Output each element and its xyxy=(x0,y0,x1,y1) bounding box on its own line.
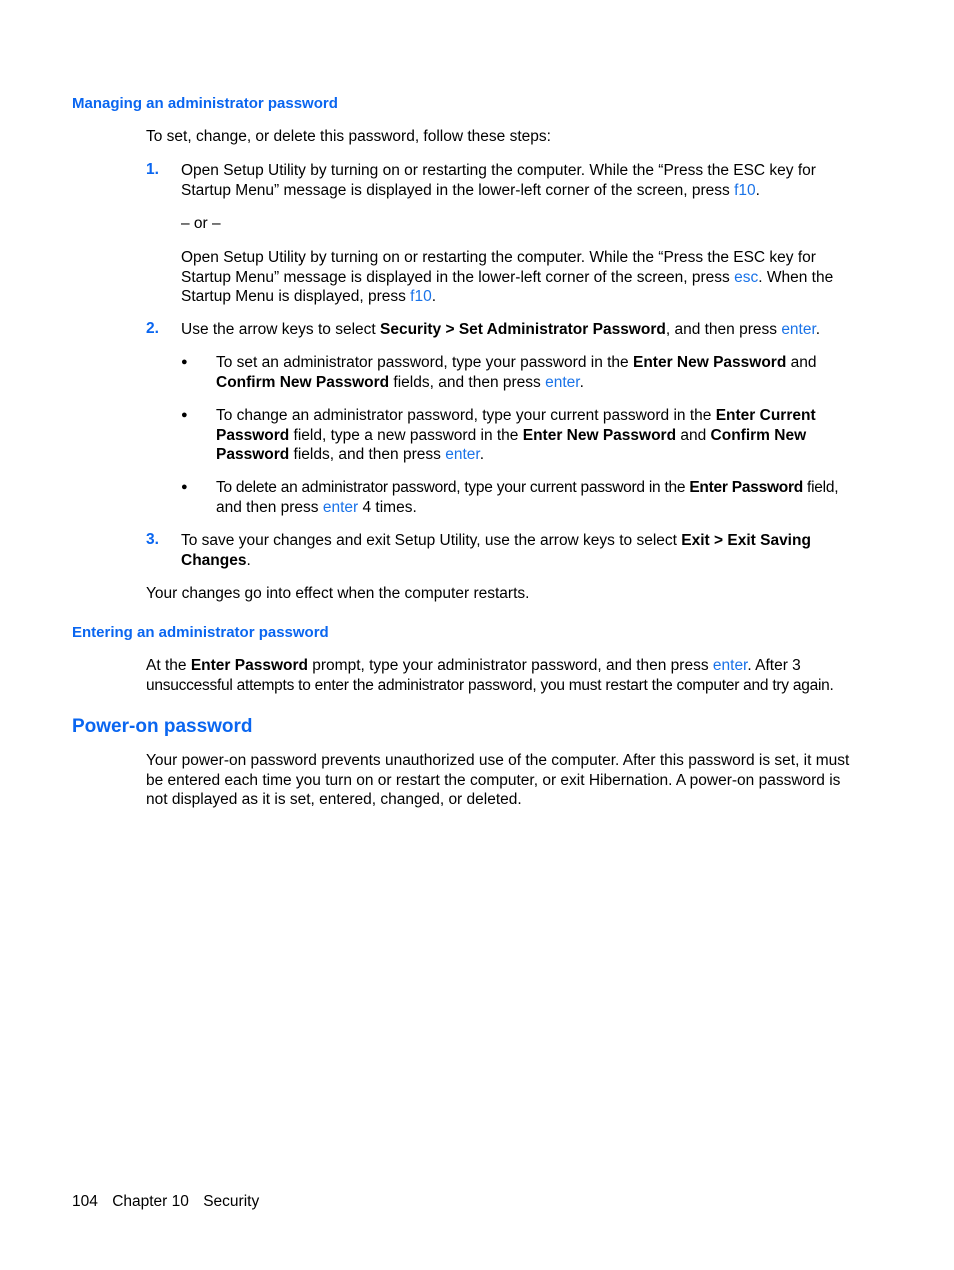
menu-path: Exit > Exit Saving xyxy=(681,532,811,549)
bullet-line: To change an administrator password, typ… xyxy=(216,406,816,426)
step-2-text: Use the arrow keys to select Security > … xyxy=(181,321,821,338)
para-line: Your power-on password prevents unauthor… xyxy=(146,752,850,769)
text: Startup Menu is displayed, press xyxy=(181,288,411,305)
bullet-icon: ● xyxy=(181,356,188,368)
step-number-2: 2. xyxy=(146,320,159,337)
text: . After 3 xyxy=(747,657,801,674)
step-1-line: Startup Menu” message is displayed in th… xyxy=(181,268,833,288)
field-name: Enter Password xyxy=(190,657,308,674)
bullet-line: Password field, type a new password in t… xyxy=(216,426,816,446)
bullet-delete-password: To delete an administrator password, typ… xyxy=(216,478,839,518)
step-1-line: Startup Menu is displayed, press f10. xyxy=(181,288,437,305)
field-name: Enter Current xyxy=(715,407,816,424)
chapter-label: Chapter 10 xyxy=(112,1193,189,1210)
field-name: Enter Password xyxy=(689,479,803,496)
step-1-text-b: Open Setup Utility by turning on or rest… xyxy=(181,248,833,307)
step-3-line: To save your changes and exit Setup Util… xyxy=(181,531,811,551)
text: field, xyxy=(803,479,839,496)
key-enter: enter xyxy=(545,373,580,391)
para-line: be entered each time you turn on or rest… xyxy=(146,771,841,789)
entering-password-text: At the Enter Password prompt, type your … xyxy=(146,656,834,695)
step-1-line: Startup Menu” message is displayed in th… xyxy=(181,181,760,199)
page-number: 104 xyxy=(72,1193,98,1210)
bullet-line: Password fields, and then press enter. xyxy=(216,446,484,463)
intro-text: To set, change, or delete this password,… xyxy=(146,128,551,145)
bullet-line: To set an administrator password, type y… xyxy=(216,353,816,373)
text: 4 times. xyxy=(358,498,417,516)
text: To save your changes and exit Setup Util… xyxy=(181,532,682,549)
bullet-icon: ● xyxy=(181,481,188,493)
text: prompt, type your administrator password… xyxy=(307,657,713,674)
text: . When the xyxy=(758,268,834,286)
step-3-line: Changes. xyxy=(181,551,251,569)
step-3-text: To save your changes and exit Setup Util… xyxy=(181,531,811,570)
text: and xyxy=(786,354,817,371)
text: and then press xyxy=(216,498,323,516)
step-number-1: 1. xyxy=(146,161,159,178)
field-name: Password xyxy=(216,426,290,444)
text: To change an administrator password, typ… xyxy=(216,407,716,424)
key-esc: esc xyxy=(734,268,759,286)
key-enter: enter xyxy=(781,321,816,338)
outro-text: Your changes go into effect when the com… xyxy=(146,585,530,602)
text: Startup Menu” message is displayed in th… xyxy=(181,181,735,199)
heading-managing-admin-password: Managing an administrator password xyxy=(72,95,338,112)
text: fields, and then press xyxy=(389,373,546,391)
step-1-line: Open Setup Utility by turning on or rest… xyxy=(181,249,816,266)
bullet-line: and then press enter 4 times. xyxy=(216,498,838,518)
field-name: Enter New Password xyxy=(632,354,787,371)
step-number-3: 3. xyxy=(146,531,159,548)
field-name: Password xyxy=(216,446,290,463)
menu-path: Changes xyxy=(181,551,247,569)
para-line: At the Enter Password prompt, type your … xyxy=(146,656,834,676)
page-footer: 104 Chapter 10 Security xyxy=(72,1193,269,1211)
key-enter: enter xyxy=(445,446,480,463)
text: Use the arrow keys to select xyxy=(181,321,380,338)
text: fields, and then press xyxy=(289,446,446,463)
key-enter: enter xyxy=(322,498,359,516)
text: Startup Menu” message is displayed in th… xyxy=(181,268,735,286)
menu-path: Security > Set Administrator Password xyxy=(380,321,666,338)
step-1-line: Open Setup Utility by turning on or rest… xyxy=(181,162,816,179)
key-f10: f10 xyxy=(410,288,432,305)
bullet-icon: ● xyxy=(181,409,188,421)
text: To delete an administrator password, typ… xyxy=(216,479,690,496)
bullet-line: Confirm New Password fields, and then pr… xyxy=(216,373,584,391)
heading-power-on-password: Power-on password xyxy=(72,716,253,737)
field-name: Confirm New xyxy=(710,426,807,444)
key-enter: enter xyxy=(712,657,748,674)
key-f10: f10 xyxy=(734,181,756,199)
para-line: not displayed as it is set, entered, cha… xyxy=(146,791,522,808)
text: To set an administrator password, type y… xyxy=(216,354,633,371)
text: At the xyxy=(146,657,191,674)
chapter-title: Security xyxy=(203,1193,260,1210)
bullet-line: To delete an administrator password, typ… xyxy=(216,478,839,498)
step-1-text-a: Open Setup Utility by turning on or rest… xyxy=(181,161,816,200)
field-name: Enter New Password xyxy=(522,426,677,444)
text: , and then press xyxy=(665,321,782,338)
field-name: Confirm New Password xyxy=(216,373,390,391)
text: and xyxy=(676,426,711,444)
heading-entering-admin-password: Entering an administrator password xyxy=(72,624,329,641)
bullet-set-password: To set an administrator password, type y… xyxy=(216,353,816,392)
power-on-password-text: Your power-on password prevents unauthor… xyxy=(146,751,849,810)
bullet-change-password: To change an administrator password, typ… xyxy=(216,406,816,465)
or-separator: – or – xyxy=(181,215,221,232)
text: field, type a new password in the xyxy=(289,426,523,444)
para-line: unsuccessful attempts to enter the admin… xyxy=(146,676,834,694)
